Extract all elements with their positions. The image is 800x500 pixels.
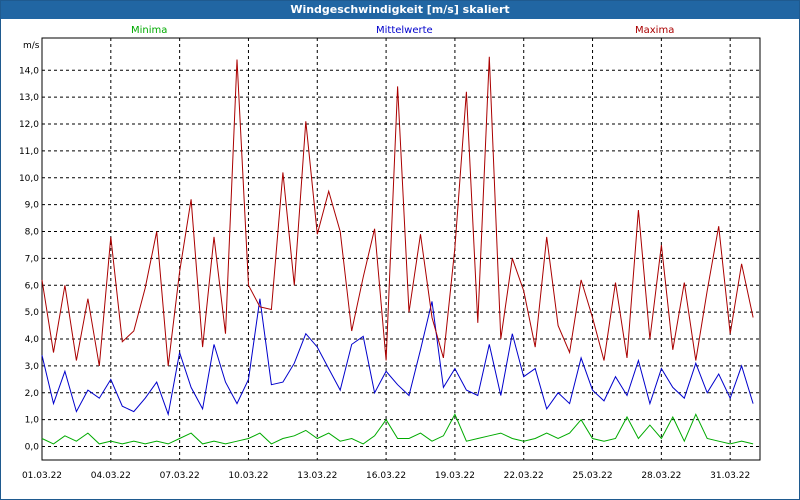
y-tick-label: 8,0	[25, 228, 40, 238]
y-tick-label: 2,0	[25, 389, 40, 399]
line-chart: 0,0 1,0 2,0 3,0 4,0 5,0 6,0 7,0 8,0 9,0 10,0 11,0 12…	[19, 37, 761, 481]
x-tick-label: 04.03.22	[91, 471, 131, 481]
x-tick-label: 13.03.22	[297, 471, 337, 481]
x-tick-label: 10.03.22	[228, 471, 268, 481]
y-tick-label: 11,0	[19, 147, 39, 157]
y-tick-label: 12,0	[19, 120, 39, 130]
y-tick-label: 5,0	[25, 308, 40, 318]
x-tick-label: 28.03.22	[641, 471, 681, 481]
x-tick-label: 22.03.22	[504, 471, 544, 481]
x-tick-label: 16.03.22	[366, 471, 406, 481]
y-tick-label: 3,0	[25, 362, 40, 372]
y-tick-label: 9,0	[25, 201, 40, 211]
x-tick-label: 01.03.22	[22, 471, 62, 481]
x-tick-label: 25.03.22	[573, 471, 613, 481]
x-tick-label: 31.03.22	[710, 471, 750, 481]
x-tick-label: 07.03.22	[160, 471, 200, 481]
x-tick-label: 19.03.22	[435, 471, 475, 481]
y-tick-label: 7,0	[25, 254, 40, 264]
y-tick-label: 0,0	[25, 443, 40, 453]
chart-window: Windgeschwindigkeit [m/s] skaliert Minim…	[0, 0, 800, 500]
y-tick-label: 13,0	[19, 93, 39, 103]
y-tick-label: 14,0	[19, 66, 39, 76]
y-tick-label: 6,0	[25, 281, 40, 291]
y-tick-label: 10,0	[19, 174, 39, 184]
y-tick-label: 1,0	[25, 416, 40, 426]
y-tick-label: 4,0	[25, 335, 40, 345]
